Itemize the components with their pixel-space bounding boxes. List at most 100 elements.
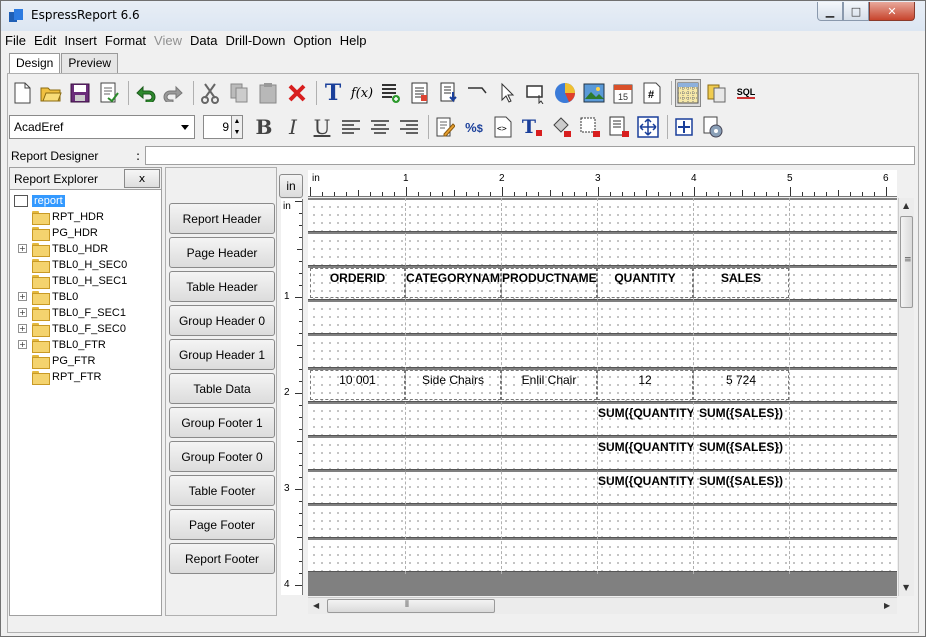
underline-icon[interactable]: U (309, 113, 335, 141)
menu-insert[interactable]: Insert (60, 31, 101, 51)
insert-column-icon[interactable] (378, 79, 404, 107)
tree-item-report[interactable]: report (14, 193, 65, 209)
resize-icon[interactable] (635, 113, 661, 141)
font-size-stepper[interactable]: 9 ▲ ▼ (203, 115, 243, 139)
close-window-button[interactable]: ✕ (869, 2, 915, 21)
open-folder-icon[interactable] (38, 79, 64, 107)
group-footer-0-quantity-sum[interactable]: SUM({QUANTITY (597, 438, 693, 464)
expand-icon[interactable]: + (18, 340, 27, 349)
data-cell-productname[interactable]: Enlil Chair (501, 370, 597, 400)
tree-item-tbl0-f-sec1[interactable]: TBL0_F_SEC1 (32, 305, 126, 321)
menu-drill-down[interactable]: Drill-Down (221, 31, 289, 51)
maximize-button[interactable]: □ (843, 2, 869, 21)
group-footer-0-button[interactable]: Group Footer 0 (169, 441, 275, 472)
table-footer-quantity-sum[interactable]: SUM({QUANTITY (597, 472, 693, 498)
page-header-button[interactable]: Page Header (169, 237, 275, 268)
report-header-button[interactable]: Report Header (169, 203, 275, 234)
band-report-footer[interactable] (308, 540, 897, 572)
header-cell-orderid[interactable]: ORDERID (310, 268, 405, 298)
horizontal-scrollbar[interactable]: ◀ ⦀ ▶ (308, 597, 897, 614)
scroll-left-icon[interactable]: ◀ (313, 601, 319, 610)
report-designer-field[interactable] (145, 146, 915, 165)
percent-dollar-icon[interactable]: %$ (461, 113, 487, 141)
group-header-1-button[interactable]: Group Header 1 (169, 339, 275, 370)
header-cell-quantity[interactable]: QUANTITY (597, 268, 693, 298)
group-header-0-button[interactable]: Group Header 0 (169, 305, 275, 336)
table-header-button[interactable]: Table Header (169, 271, 275, 302)
table-footer-button[interactable]: Table Footer (169, 475, 275, 506)
tree-item-tbl0-hdr[interactable]: TBL0_HDR (32, 241, 108, 257)
scroll-up-icon[interactable]: ▲ (903, 201, 909, 210)
chart-icon[interactable] (552, 79, 578, 107)
expand-icon[interactable]: + (18, 308, 27, 317)
data-cell-sales[interactable]: 5 724 (693, 370, 789, 400)
delete-icon[interactable] (284, 79, 310, 107)
bold-icon[interactable]: B (251, 113, 277, 141)
html-tag-icon[interactable]: <> (490, 113, 516, 141)
tree-item-tbl0-ftr[interactable]: TBL0_FTR (32, 337, 106, 353)
header-cell-productname[interactable]: PRODUCTNAME (501, 268, 597, 298)
spin-down-icon[interactable]: ▼ (232, 127, 242, 138)
group-footer-1-button[interactable]: Group Footer 1 (169, 407, 275, 438)
tab-preview[interactable]: Preview (61, 53, 119, 73)
italic-icon[interactable]: I (280, 113, 306, 141)
align-center-icon[interactable] (367, 113, 393, 141)
date-icon[interactable]: 15 (610, 79, 636, 107)
paste-icon[interactable] (255, 79, 281, 107)
rectangle-icon[interactable] (523, 79, 549, 107)
formula-icon[interactable]: f(x) (349, 79, 375, 107)
text-label-icon[interactable]: T (320, 79, 346, 107)
insert-subreport-icon[interactable] (407, 79, 433, 107)
cut-icon[interactable] (197, 79, 223, 107)
menu-view[interactable]: View (150, 31, 186, 51)
border-icon[interactable] (577, 113, 603, 141)
band-page-header[interactable] (308, 234, 897, 266)
menu-option[interactable]: Option (289, 31, 335, 51)
new-file-icon[interactable] (9, 79, 35, 107)
band-page-footer[interactable] (308, 506, 897, 538)
band-group-header-0[interactable] (308, 302, 897, 334)
page-setup-icon[interactable] (96, 79, 122, 107)
spin-up-icon[interactable]: ▲ (232, 116, 242, 127)
fill-color-icon[interactable] (548, 113, 574, 141)
band-report-header[interactable] (308, 200, 897, 232)
header-cell-sales[interactable]: SALES (693, 268, 789, 298)
unit-toggle-button[interactable]: in (279, 174, 303, 198)
tree-item-pg-hdr[interactable]: PG_HDR (32, 225, 98, 241)
menu-file[interactable]: File (1, 31, 30, 51)
scroll-right-icon[interactable]: ▶ (884, 601, 890, 610)
import-icon[interactable] (436, 79, 462, 107)
expand-icon[interactable]: + (18, 244, 27, 253)
tree-item-tbl0-h-sec0[interactable]: TBL0_H_SEC0 (32, 257, 127, 273)
data-cell-orderid[interactable]: 10 001 (310, 370, 405, 400)
menu-data[interactable]: Data (186, 31, 221, 51)
vertical-scrollbar[interactable]: ▲ ≡ ▼ (898, 198, 914, 596)
data-cell-categoryname[interactable]: Side Chairs (405, 370, 501, 400)
font-name-select[interactable]: AcadEref (9, 115, 195, 139)
tree-item-pg-ftr[interactable]: PG_FTR (32, 353, 95, 369)
vertical-scroll-thumb[interactable]: ≡ (900, 216, 913, 308)
table-data-button[interactable]: Table Data (169, 373, 275, 404)
tree-item-tbl0-h-sec1[interactable]: TBL0_H_SEC1 (32, 273, 127, 289)
tree-item-rpt-hdr[interactable]: RPT_HDR (32, 209, 104, 225)
save-icon[interactable] (67, 79, 93, 107)
menu-edit[interactable]: Edit (30, 31, 60, 51)
undo-icon[interactable] (132, 79, 158, 107)
pointer-icon[interactable] (494, 79, 520, 107)
align-left-icon[interactable] (338, 113, 364, 141)
page-number-icon[interactable]: # (639, 79, 665, 107)
explorer-close-button[interactable]: x (124, 169, 160, 188)
menu-help[interactable]: Help (336, 31, 371, 51)
expand-icon[interactable]: + (18, 292, 27, 301)
copy-icon[interactable] (226, 79, 252, 107)
table-footer-sales-sum[interactable]: SUM({SALES}) (693, 472, 789, 498)
report-footer-button[interactable]: Report Footer (169, 543, 275, 574)
image-icon[interactable] (581, 79, 607, 107)
page-footer-button[interactable]: Page Footer (169, 509, 275, 540)
sql-icon[interactable]: SQL (733, 79, 759, 107)
expand-icon[interactable]: + (18, 324, 27, 333)
grid-toggle-icon[interactable] (675, 79, 701, 107)
format-painter-icon[interactable] (606, 113, 632, 141)
band-group-header-1[interactable] (308, 336, 897, 368)
scroll-down-icon[interactable]: ▼ (903, 583, 909, 592)
